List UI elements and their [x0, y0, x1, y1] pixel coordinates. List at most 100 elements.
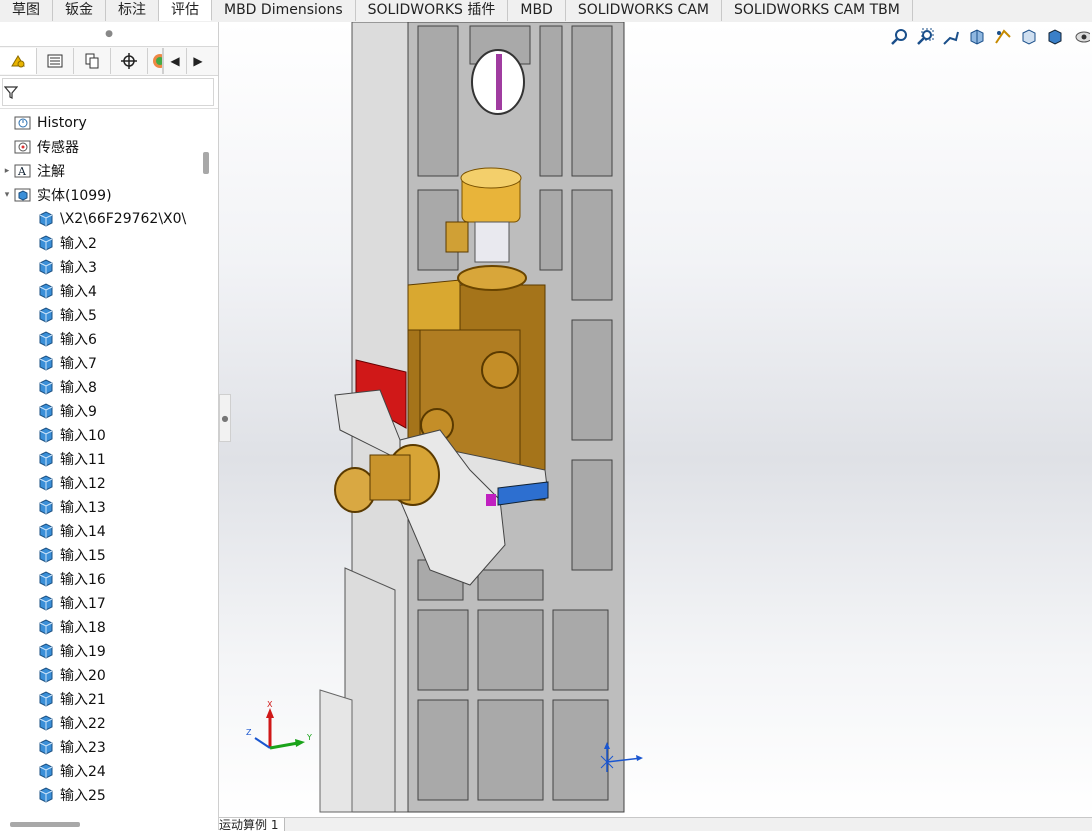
- filter-row: [0, 76, 218, 109]
- body-label: 输入21: [60, 692, 106, 708]
- tree-body-item[interactable]: 输入11: [0, 447, 218, 471]
- tree-body-item[interactable]: 输入3: [0, 255, 218, 279]
- tree-body-item[interactable]: 输入13: [0, 495, 218, 519]
- property-manager-tab[interactable]: [37, 48, 74, 74]
- solid-body-icon: [39, 283, 53, 299]
- body-list: \X2\66F29762\X0\ 输入2 输入3 输入4 输入5 输入6 输入7 输入8 输入9…: [0, 207, 218, 807]
- ribbon-tab-1[interactable]: 钣金: [53, 0, 106, 21]
- ribbon-tab-3[interactable]: 评估: [159, 0, 212, 21]
- tree-body-item[interactable]: 输入25: [0, 783, 218, 807]
- body-label: 输入18: [60, 620, 106, 636]
- ribbon-tabbar: 草图 钣金 标注 评估 MBD Dimensions SOLIDWORKS 插件 MBD SO…: [0, 0, 1092, 23]
- collapse-arrow-icon[interactable]: ▾: [0, 190, 14, 200]
- tree-body-item[interactable]: 输入20: [0, 663, 218, 687]
- body-label: 输入8: [60, 380, 97, 396]
- body-label: 输入7: [60, 356, 97, 372]
- property-list-icon: [47, 54, 63, 68]
- tree-body-item[interactable]: \X2\66F29762\X0\: [0, 207, 218, 231]
- tree-body-item[interactable]: 输入8: [0, 375, 218, 399]
- ribbon-tab-5[interactable]: SOLIDWORKS 插件: [356, 0, 509, 21]
- tree-filter-input[interactable]: [2, 78, 214, 106]
- zoom-to-area-icon[interactable]: [914, 26, 936, 48]
- solid-body-icon: [39, 499, 53, 515]
- tree-vertical-scrollbar[interactable]: [203, 152, 209, 174]
- feature-manager-tab[interactable]: [0, 48, 37, 74]
- tree-body-item[interactable]: 输入6: [0, 327, 218, 351]
- body-label: 输入6: [60, 332, 97, 348]
- body-label: 输入23: [60, 740, 106, 756]
- sensors-label: 传感器: [37, 140, 79, 156]
- dynamic-annotation-icon[interactable]: [992, 26, 1014, 48]
- ribbon-tab-6[interactable]: MBD: [508, 0, 566, 21]
- chevron-right-icon: ▶: [193, 54, 203, 68]
- solid-body-icon: [39, 643, 53, 659]
- tree-body-item[interactable]: 输入5: [0, 303, 218, 327]
- tree-body-item[interactable]: 输入21: [0, 687, 218, 711]
- tree-body-item[interactable]: 输入16: [0, 567, 218, 591]
- tree-body-item[interactable]: 输入9: [0, 399, 218, 423]
- ribbon-tab-8[interactable]: SOLIDWORKS CAM TBM: [722, 0, 913, 21]
- panel-collapse-handle[interactable]: ●: [219, 394, 231, 442]
- section-view-icon[interactable]: [966, 26, 988, 48]
- tree-body-item[interactable]: 输入18: [0, 615, 218, 639]
- hide-show-items-icon[interactable]: [1070, 26, 1092, 48]
- machine-model: [319, 22, 625, 813]
- sensor-folder-icon: [14, 139, 32, 156]
- solid-body-icon: [39, 427, 53, 443]
- tree-node-annotations[interactable]: ▸ A 注解: [0, 159, 218, 183]
- display-manager-tab[interactable]: [148, 48, 163, 74]
- view-orientation-icon[interactable]: [1018, 26, 1040, 48]
- solid-body-icon: [39, 547, 53, 563]
- panel-scroll-left[interactable]: ◀: [163, 48, 186, 74]
- body-label: 输入15: [60, 548, 106, 564]
- ribbon-tab-0[interactable]: 草图: [0, 0, 53, 21]
- configuration-manager-tab[interactable]: [74, 48, 111, 74]
- expand-arrow-icon[interactable]: ▸: [0, 166, 14, 176]
- body-label: 输入16: [60, 572, 106, 588]
- tree-node-bodies[interactable]: ▾ 实体(1099): [0, 183, 218, 207]
- feature-tree-icon: [11, 55, 25, 68]
- tree-horizontal-scrollbar[interactable]: [10, 822, 80, 827]
- tree-body-item[interactable]: 输入12: [0, 471, 218, 495]
- ribbon-tab-7[interactable]: SOLIDWORKS CAM: [566, 0, 722, 21]
- body-label: 输入12: [60, 476, 106, 492]
- panel-grip[interactable]: ●: [0, 22, 218, 46]
- triad-z-label: Z: [246, 728, 252, 737]
- tree-body-item[interactable]: 输入15: [0, 543, 218, 567]
- history-folder-icon: [14, 115, 32, 132]
- dimxpert-tab[interactable]: [111, 48, 148, 74]
- zoom-to-fit-icon[interactable]: [888, 26, 910, 48]
- display-style-icon[interactable]: [1044, 26, 1066, 48]
- tree-body-item[interactable]: 输入22: [0, 711, 218, 735]
- tree-node-sensors[interactable]: 传感器: [0, 135, 218, 159]
- solid-body-icon: [39, 739, 53, 755]
- tree-body-item[interactable]: 输入10: [0, 423, 218, 447]
- body-label: 输入22: [60, 716, 106, 732]
- ribbon-tab-4[interactable]: MBD Dimensions: [212, 0, 356, 21]
- panel-scroll-right[interactable]: ▶: [186, 48, 209, 74]
- bodies-label: 实体(1099): [37, 188, 112, 204]
- chevron-left-icon: ◀: [170, 54, 180, 68]
- ribbon-tab-2[interactable]: 标注: [106, 0, 159, 21]
- body-label: 输入17: [60, 596, 106, 612]
- body-label: 输入14: [60, 524, 106, 540]
- tree-body-item[interactable]: 输入7: [0, 351, 218, 375]
- motion-study-tab[interactable]: 运动算例 1: [219, 818, 286, 832]
- tree-body-item[interactable]: 输入14: [0, 519, 218, 543]
- body-label: 输入20: [60, 668, 106, 684]
- body-label: 输入19: [60, 644, 106, 660]
- tree-body-item[interactable]: 输入23: [0, 735, 218, 759]
- tree-body-item[interactable]: 输入19: [0, 639, 218, 663]
- solid-body-icon: [39, 451, 53, 467]
- tree-body-item[interactable]: 输入17: [0, 591, 218, 615]
- body-label: 输入10: [60, 428, 106, 444]
- tree-node-history[interactable]: History: [0, 111, 218, 135]
- tree-body-item[interactable]: 输入24: [0, 759, 218, 783]
- graphics-viewport[interactable]: X Y Z: [219, 22, 1092, 817]
- tree-body-item[interactable]: 输入2: [0, 231, 218, 255]
- solid-body-icon: [39, 787, 53, 803]
- solid-body-icon: [39, 691, 53, 707]
- solid-body-icon: [39, 235, 53, 251]
- previous-view-icon[interactable]: [940, 26, 962, 48]
- tree-body-item[interactable]: 输入4: [0, 279, 218, 303]
